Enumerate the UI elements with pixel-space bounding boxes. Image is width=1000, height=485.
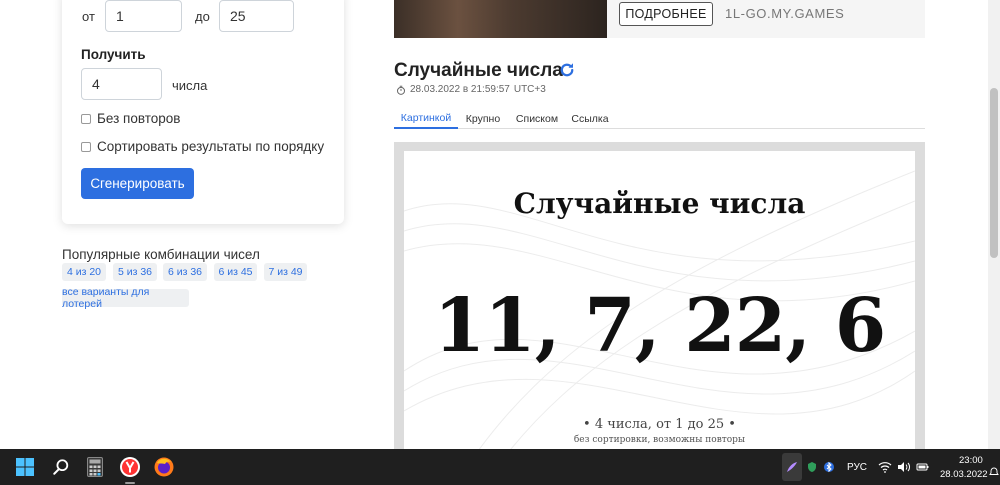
- sort-label: Сортировать результаты по порядку: [97, 139, 325, 154]
- yandex-browser-icon[interactable]: [119, 456, 141, 478]
- tab-large[interactable]: Крупно: [458, 108, 508, 129]
- sort-checkbox[interactable]: Сортировать результаты по порядку: [81, 139, 324, 154]
- language-indicator[interactable]: РУС: [847, 462, 867, 473]
- image-title: Случайные числа: [513, 187, 806, 220]
- windows-start-icon[interactable]: [14, 456, 36, 478]
- browser-page: от 1 до 25 Получить 4 числа Без повторов…: [0, 0, 1000, 449]
- tab-list[interactable]: Списком: [510, 108, 564, 129]
- result-title: Случайные числа: [394, 60, 563, 81]
- combo-tag[interactable]: 6 из 36: [163, 263, 207, 281]
- combo-tag[interactable]: 5 из 36: [113, 263, 157, 281]
- taskbar: РУС 23:00 28.03.2022: [0, 449, 1000, 485]
- result-date: 28.03.2022 в 21:59:57 UTC+3: [396, 84, 546, 95]
- from-input[interactable]: 1: [105, 0, 182, 32]
- tab-link[interactable]: Ссылка: [566, 108, 614, 129]
- generator-form-card: от 1 до 25 Получить 4 числа Без повторов…: [62, 0, 344, 224]
- result-image-frame: Случайные числа 11, 7, 22, 6 • 4 числа, …: [394, 142, 925, 449]
- scrollbar-thumb[interactable]: [990, 88, 998, 258]
- combo-tag[interactable]: 4 из 20: [62, 263, 106, 281]
- ad-more-button[interactable]: ПОДРОБНЕЕ: [619, 2, 713, 26]
- search-icon[interactable]: [50, 456, 72, 478]
- wifi-icon[interactable]: [878, 461, 892, 473]
- count-input[interactable]: 4: [81, 68, 162, 100]
- notifications-icon[interactable]: [989, 467, 999, 477]
- date-text: 28.03.2022 в 21:59:57: [410, 84, 510, 95]
- from-label: от: [82, 9, 95, 24]
- count-suffix: числа: [172, 78, 208, 93]
- clock-date[interactable]: 28.03.2022: [940, 469, 988, 480]
- tray-app-feather[interactable]: [782, 453, 802, 481]
- refresh-icon[interactable]: [558, 61, 576, 79]
- all-lotteries-link[interactable]: все варианты для лотерей: [62, 286, 189, 310]
- active-app-indicator: [125, 482, 135, 484]
- combo-tag[interactable]: 6 из 45: [214, 263, 257, 281]
- bluetooth-icon[interactable]: [824, 461, 834, 473]
- tab-picture[interactable]: Картинкой: [394, 108, 458, 129]
- security-shield-icon[interactable]: [806, 461, 818, 473]
- firefox-icon[interactable]: [153, 456, 175, 478]
- to-label: до: [195, 9, 210, 24]
- volume-icon[interactable]: [897, 461, 911, 473]
- clock-time[interactable]: 23:00: [959, 455, 983, 466]
- no-repeat-label: Без повторов: [97, 111, 181, 126]
- ad-url[interactable]: 1L-GO.MY.GAMES: [725, 6, 844, 21]
- popular-title: Популярные комбинации чисел: [62, 247, 260, 262]
- to-input[interactable]: 25: [219, 0, 294, 32]
- checkbox-box[interactable]: [81, 113, 91, 124]
- combo-tag[interactable]: 7 из 49: [264, 263, 307, 281]
- checkbox-box[interactable]: [81, 141, 91, 152]
- calculator-icon[interactable]: [84, 456, 106, 478]
- feather-icon: [787, 462, 797, 472]
- image-note: без сортировки, возможны повторы: [573, 435, 746, 445]
- image-numbers: 11, 7, 22, 6: [433, 283, 887, 369]
- result-tabs: Картинкой Крупно Списком Ссылка: [394, 108, 925, 129]
- ad-image[interactable]: [394, 0, 607, 38]
- no-repeat-checkbox[interactable]: Без повторов: [81, 111, 180, 126]
- ad-banner[interactable]: ПОДРОБНЕЕ 1L-GO.MY.GAMES: [394, 0, 925, 38]
- page-scrollbar[interactable]: [988, 0, 1000, 449]
- battery-icon[interactable]: [916, 461, 930, 473]
- stopwatch-icon: [397, 85, 405, 95]
- image-subtitle: • 4 числа, от 1 до 25 •: [583, 417, 736, 432]
- generate-button[interactable]: Сгенерировать: [81, 168, 194, 199]
- timezone-text: UTC+3: [513, 84, 546, 95]
- get-label: Получить: [81, 47, 146, 62]
- result-image: Случайные числа 11, 7, 22, 6 • 4 числа, …: [404, 151, 915, 449]
